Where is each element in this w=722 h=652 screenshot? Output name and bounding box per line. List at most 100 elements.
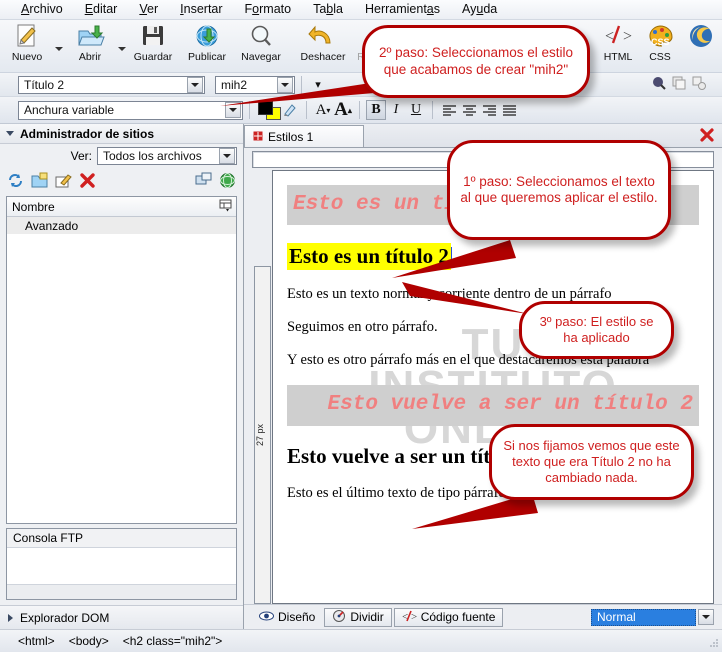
eye-icon (259, 610, 274, 624)
status-path-html[interactable]: <html> (18, 634, 55, 648)
view-filter-dropdown-arrow[interactable] (219, 148, 235, 164)
toolbar-label-html: HTML (603, 51, 633, 63)
list-item[interactable]: Avanzado (7, 217, 236, 234)
document-icon (253, 130, 263, 144)
ftp-console-header: Consola FTP (7, 529, 236, 548)
toolbar-label-nuevo: Nuevo (11, 51, 43, 63)
menu-item-formato[interactable]: Formato (234, 0, 303, 19)
site-file-list[interactable]: Nombre Avanzado (6, 196, 237, 524)
document-tab-estilos1[interactable]: Estilos 1 (244, 125, 364, 147)
menu-item-insertar[interactable]: Insertar (169, 0, 233, 19)
align-center-icon[interactable] (459, 100, 479, 120)
toolbar-button-guardar[interactable]: Guardar (126, 20, 180, 70)
manage-sites-icon[interactable] (195, 172, 212, 192)
nuevo-dropdown-arrow[interactable] (54, 20, 63, 64)
zoom-mode-select[interactable]: Normal (591, 608, 696, 626)
tab-codigo-fuente-label: Código fuente (420, 610, 496, 624)
html-tag-icon: < > (603, 23, 633, 50)
document-tab-label: Estilos 1 (268, 129, 314, 144)
toolbar-label-css: CSS (649, 51, 671, 63)
svg-text:CSS: CSS (651, 37, 670, 47)
open-folder-icon (75, 23, 105, 50)
abrir-dropdown-arrow[interactable] (117, 20, 126, 64)
menu-bar: Archivo Editar Ver Insertar Formato Tabl… (0, 0, 722, 20)
site-manager-header[interactable]: Administrador de sitios (0, 124, 243, 144)
tab-dividir[interactable]: Dividir (324, 607, 392, 627)
ruler-px-label: 27 px (253, 266, 271, 604)
ftp-console-panel: Consola FTP (6, 528, 237, 600)
save-floppy-icon (138, 23, 168, 50)
view-filter-value: Todos los archivos (103, 149, 202, 163)
ruler-column: 27 px (252, 170, 272, 604)
callout-step2: 2º paso: Seleccionamos el estilo que aca… (362, 25, 590, 98)
tab-diseno[interactable]: Diseño (252, 608, 322, 627)
column-options-icon[interactable] (219, 199, 236, 215)
view-filter-row: Ver: Todos los archivos (0, 144, 243, 168)
menu-item-ver[interactable]: Ver (128, 0, 169, 19)
menu-item-tabla[interactable]: Tabla (302, 0, 354, 19)
menu-item-ayuda[interactable]: Ayuda (451, 0, 508, 19)
status-bar: <html> <body> <h2 class="mih2"> (0, 629, 722, 652)
font-name-value: Anchura variable (24, 103, 115, 117)
column-header-nombre: Nombre (12, 199, 55, 214)
block-format-combo[interactable]: Título 2 (18, 75, 205, 94)
new-site-folder-icon[interactable] (31, 172, 48, 192)
close-tab-icon[interactable] (699, 127, 715, 143)
ftp-console-output[interactable] (7, 548, 236, 584)
chevron-right-icon[interactable] (8, 613, 13, 622)
css-palette-icon: CSS (645, 23, 675, 50)
menu-item-editar[interactable]: Editar (74, 0, 129, 19)
chevron-down-icon[interactable] (6, 131, 14, 136)
toolbar-button-preview-firefox[interactable] (680, 20, 722, 70)
application-window: Archivo Editar Ver Insertar Formato Tabl… (0, 0, 722, 652)
svg-text:>: > (411, 611, 417, 622)
tab-codigo-fuente[interactable]: < > Código fuente (393, 607, 504, 627)
styled-heading-2[interactable]: Esto vuelve a ser un título 2 (287, 385, 699, 426)
dom-explorer-header[interactable]: Explorador DOM (0, 605, 243, 629)
status-path-h2[interactable]: <h2 class="mih2"> (123, 634, 223, 648)
toolbar-button-css[interactable]: CSS CSS (640, 20, 680, 70)
selection-tool-icon[interactable] (652, 76, 666, 93)
view-filter-label: Ver: (70, 149, 92, 163)
block-format-dropdown-arrow[interactable] (187, 76, 203, 93)
list-item-label: Avanzado (25, 218, 79, 233)
publish-globe-icon (192, 23, 222, 50)
callout-step1: 1º paso: Seleccionamos el texto al que q… (447, 140, 671, 240)
underline-button[interactable]: U (406, 100, 426, 120)
align-left-icon[interactable] (439, 100, 459, 120)
align-right-icon[interactable] (479, 100, 499, 120)
view-mode-bar: Diseño Dividir < > Código fuente Normal (244, 604, 722, 629)
align-justify-icon[interactable] (499, 100, 519, 120)
new-document-icon (12, 23, 42, 50)
remote-site-globe-icon[interactable] (219, 172, 236, 192)
toolbar-button-nuevo[interactable]: Nuevo (0, 20, 54, 70)
view-filter-combo[interactable]: Todos los archivos (97, 147, 237, 165)
toolbar-label-abrir: Abrir (78, 51, 102, 63)
delete-site-icon[interactable] (79, 172, 96, 192)
refresh-icon[interactable] (7, 172, 24, 192)
ftp-console-title: Consola FTP (13, 531, 84, 545)
tab-diseno-label: Diseño (278, 610, 316, 624)
toolbar-button-abrir[interactable]: Abrir (63, 20, 117, 70)
site-manager-panel: Administrador de sitios Ver: Todos los a… (0, 124, 244, 629)
menu-item-archivo[interactable]: Archivo (10, 0, 74, 19)
paste-style-icon[interactable] (692, 76, 706, 93)
status-path-body[interactable]: <body> (69, 634, 109, 648)
zoom-mode-dropdown-arrow[interactable] (698, 609, 714, 625)
resize-grip-icon[interactable] (707, 637, 719, 649)
svg-text:>: > (623, 28, 632, 45)
block-format-value: Título 2 (24, 77, 65, 92)
tab-dividir-label: Dividir (350, 610, 384, 624)
undo-arrow-icon (308, 23, 338, 50)
edit-site-icon[interactable] (55, 172, 72, 192)
dom-explorer-title: Explorador DOM (20, 610, 110, 625)
menu-item-herramientas[interactable]: Herramientas (354, 0, 451, 19)
toolbar-label-guardar: Guardar (133, 51, 173, 63)
ftp-console-footer (7, 584, 236, 599)
site-manager-toolbar (0, 168, 243, 196)
site-file-list-header: Nombre (7, 197, 236, 217)
callout-note: Si nos fijamos vemos que este texto que … (489, 424, 694, 500)
source-code-icon: < > (402, 610, 417, 625)
copy-style-icon[interactable] (672, 76, 686, 93)
toolbar-button-html[interactable]: < > HTML (596, 20, 640, 70)
